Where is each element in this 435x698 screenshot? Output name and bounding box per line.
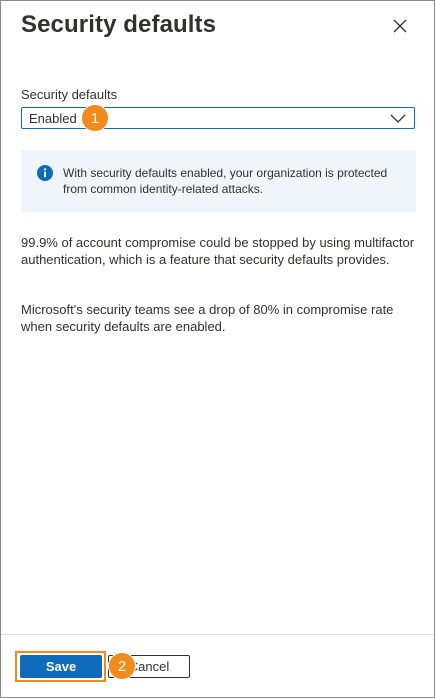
chevron-down-icon xyxy=(390,114,406,123)
compromise-rate-description: Microsoft's security teams see a drop of… xyxy=(21,302,394,334)
close-button[interactable] xyxy=(389,15,411,37)
panel-title: Security defaults xyxy=(21,11,217,38)
security-defaults-label: Security defaults xyxy=(21,87,118,102)
mfa-description: 99.9% of account compromise could be sto… xyxy=(21,235,415,267)
info-icon xyxy=(37,165,53,181)
save-button[interactable]: Save xyxy=(20,655,102,678)
security-defaults-panel: Security defaults Security defaults Enab… xyxy=(0,0,435,698)
close-icon xyxy=(393,19,407,33)
footer-divider xyxy=(1,634,434,635)
step-callout-1: 1 xyxy=(82,105,108,131)
info-message-bar: With security defaults enabled, your org… xyxy=(21,150,416,212)
step-callout-2: 2 xyxy=(109,653,135,679)
dropdown-selected-value: Enabled xyxy=(29,110,77,126)
info-message-text: With security defaults enabled, your org… xyxy=(63,166,388,196)
security-defaults-dropdown[interactable]: Enabled xyxy=(21,107,415,129)
